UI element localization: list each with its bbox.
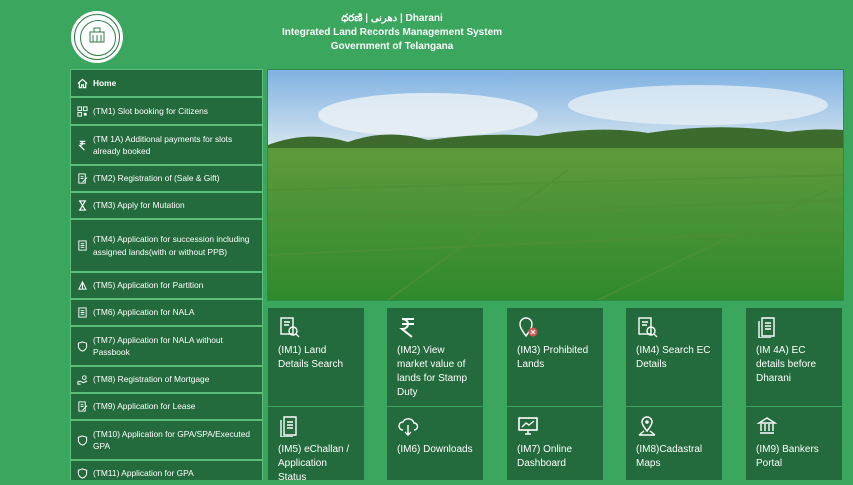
document-search-icon [636,316,658,338]
document-edit-icon [71,173,93,184]
tile-im9-bankers-portal[interactable]: (IM9) Bankers Portal [746,407,842,480]
banner-image-paddy-fields [267,69,844,301]
document-icon [71,307,93,318]
sidebar-item-label: (TM2) Registration of (Sale & Gift) [93,173,220,184]
tile-im5-echallan-status[interactable]: (IM5) eChallan / Application Status [268,407,364,483]
sidebar-item-label: (TM 1A) Additional payments for slots al… [93,133,233,157]
site-title-line3: Government of Telangana [330,41,454,52]
tile-im2-market-value[interactable]: (IM2) View market value of lands for Sta… [387,308,483,406]
sidebar-item-label: (TM1) Slot booking for Citizens [93,105,208,116]
map-pin-icon [636,415,658,437]
sidebar-item-label: (TM8) Registration of Mortgage [93,374,210,385]
tile-im4-search-ec[interactable]: (IM4) Search EC Details [626,308,722,406]
sidebar-item-label: (TM3) Apply for Mutation [93,200,185,211]
shield-icon [71,434,93,446]
sidebar-item-label: (TM7) Application for NALA without Passb… [93,334,223,358]
document-icon [278,415,300,438]
shield-icon [71,340,93,352]
monitor-icon [517,415,539,437]
sidebar-item-tm2[interactable]: (TM2) Registration of (Sale & Gift) [70,165,263,192]
home-icon [71,78,93,89]
bank-icon [756,415,778,437]
tile-label: (IM4) Search EC Details [636,345,711,370]
sidebar-item-label: (TM4) Application for succession includi… [93,234,250,257]
tile-label: (IM3) Prohibited Lands [517,345,589,370]
cloud-download-icon [397,415,419,437]
location-prohibited-icon [517,316,539,338]
sidebar-item-label: (TM6) Application for NALA [93,307,195,318]
site-title-line2: Integrated Land Records Management Syste… [281,27,503,38]
sidebar-item-home[interactable]: Home [70,69,263,97]
sidebar-item-tm7[interactable]: (TM7) Application for NALA without Passb… [70,326,263,366]
tile-label: (IM8)Cadastral Maps [636,444,703,469]
hourglass-icon [71,200,93,211]
tile-label: (IM2) View market value of lands for Sta… [397,345,468,398]
sidebar-item-tm4[interactable]: (TM4) Application for succession includi… [70,219,263,272]
partition-icon [71,280,93,291]
sidebar-item-label: Home [93,77,117,88]
tile-im1-land-details-search[interactable]: (IM1) Land Details Search [268,308,364,406]
sidebar-item-label: (TM5) Application for Partition [93,280,204,291]
tile-im7-online-dashboard[interactable]: (IM7) Online Dashboard [507,407,603,480]
tile-im6-downloads[interactable]: (IM6) Downloads [387,407,483,480]
document-edit-icon [71,401,93,412]
sidebar-item-label: (TM10) Application for GPA/SPA/Executed … [93,428,251,452]
site-title-line1: ధరణి | دھرنی | Dharani [341,13,443,24]
sidebar-menu: Home (TM1) Slot booking for Citizens (TM… [70,69,263,480]
header: ధరణి | دھرنی | Dharani Integrated Land R… [0,0,853,66]
tile-label: (IM1) Land Details Search [278,345,344,370]
sidebar-item-tm11[interactable]: (TM11) Application for GPA [70,460,263,480]
telangana-emblem-logo[interactable] [71,11,123,63]
sidebar-item-tm8[interactable]: (TM8) Registration of Mortgage [70,366,263,393]
sidebar-item-tm5[interactable]: (TM5) Application for Partition [70,272,263,299]
tile-im4a-ec-before-dharani[interactable]: (IM 4A) EC details before Dharani [746,308,842,406]
tile-label: (IM5) eChallan / Application Status [278,444,350,483]
shield-icon [71,468,93,479]
sidebar-item-tm3[interactable]: (TM3) Apply for Mutation [70,192,263,219]
tile-label: (IM9) Bankers Portal [756,444,819,469]
rupee-icon [397,316,419,338]
tile-im8-cadastral-maps[interactable]: (IM8)Cadastral Maps [626,407,722,480]
sidebar-item-tm1a[interactable]: (TM 1A) Additional payments for slots al… [70,125,263,165]
hand-money-icon [71,374,93,385]
tile-label: (IM6) Downloads [397,444,473,455]
sidebar-item-tm1[interactable]: (TM1) Slot booking for Citizens [70,97,263,125]
site-title-block: ధరణి | دھرنی | Dharani Integrated Land R… [250,12,534,54]
tile-im3-prohibited-lands[interactable]: (IM3) Prohibited Lands [507,308,603,406]
document-icon [71,240,93,251]
rupee-icon [71,140,93,151]
sidebar-item-tm9[interactable]: (TM9) Application for Lease [70,393,263,420]
document-search-icon [278,316,300,338]
qr-icon [71,105,93,117]
tile-label: (IM 4A) EC details before Dharani [756,345,817,384]
sidebar-item-tm6[interactable]: (TM6) Application for NALA [70,299,263,326]
sidebar-item-tm10[interactable]: (TM10) Application for GPA/SPA/Executed … [70,420,263,460]
document-icon [756,316,778,339]
sidebar-item-label: (TM9) Application for Lease [93,401,196,412]
sidebar-item-label: (TM11) Application for GPA [93,468,194,479]
tile-label: (IM7) Online Dashboard [517,444,573,469]
